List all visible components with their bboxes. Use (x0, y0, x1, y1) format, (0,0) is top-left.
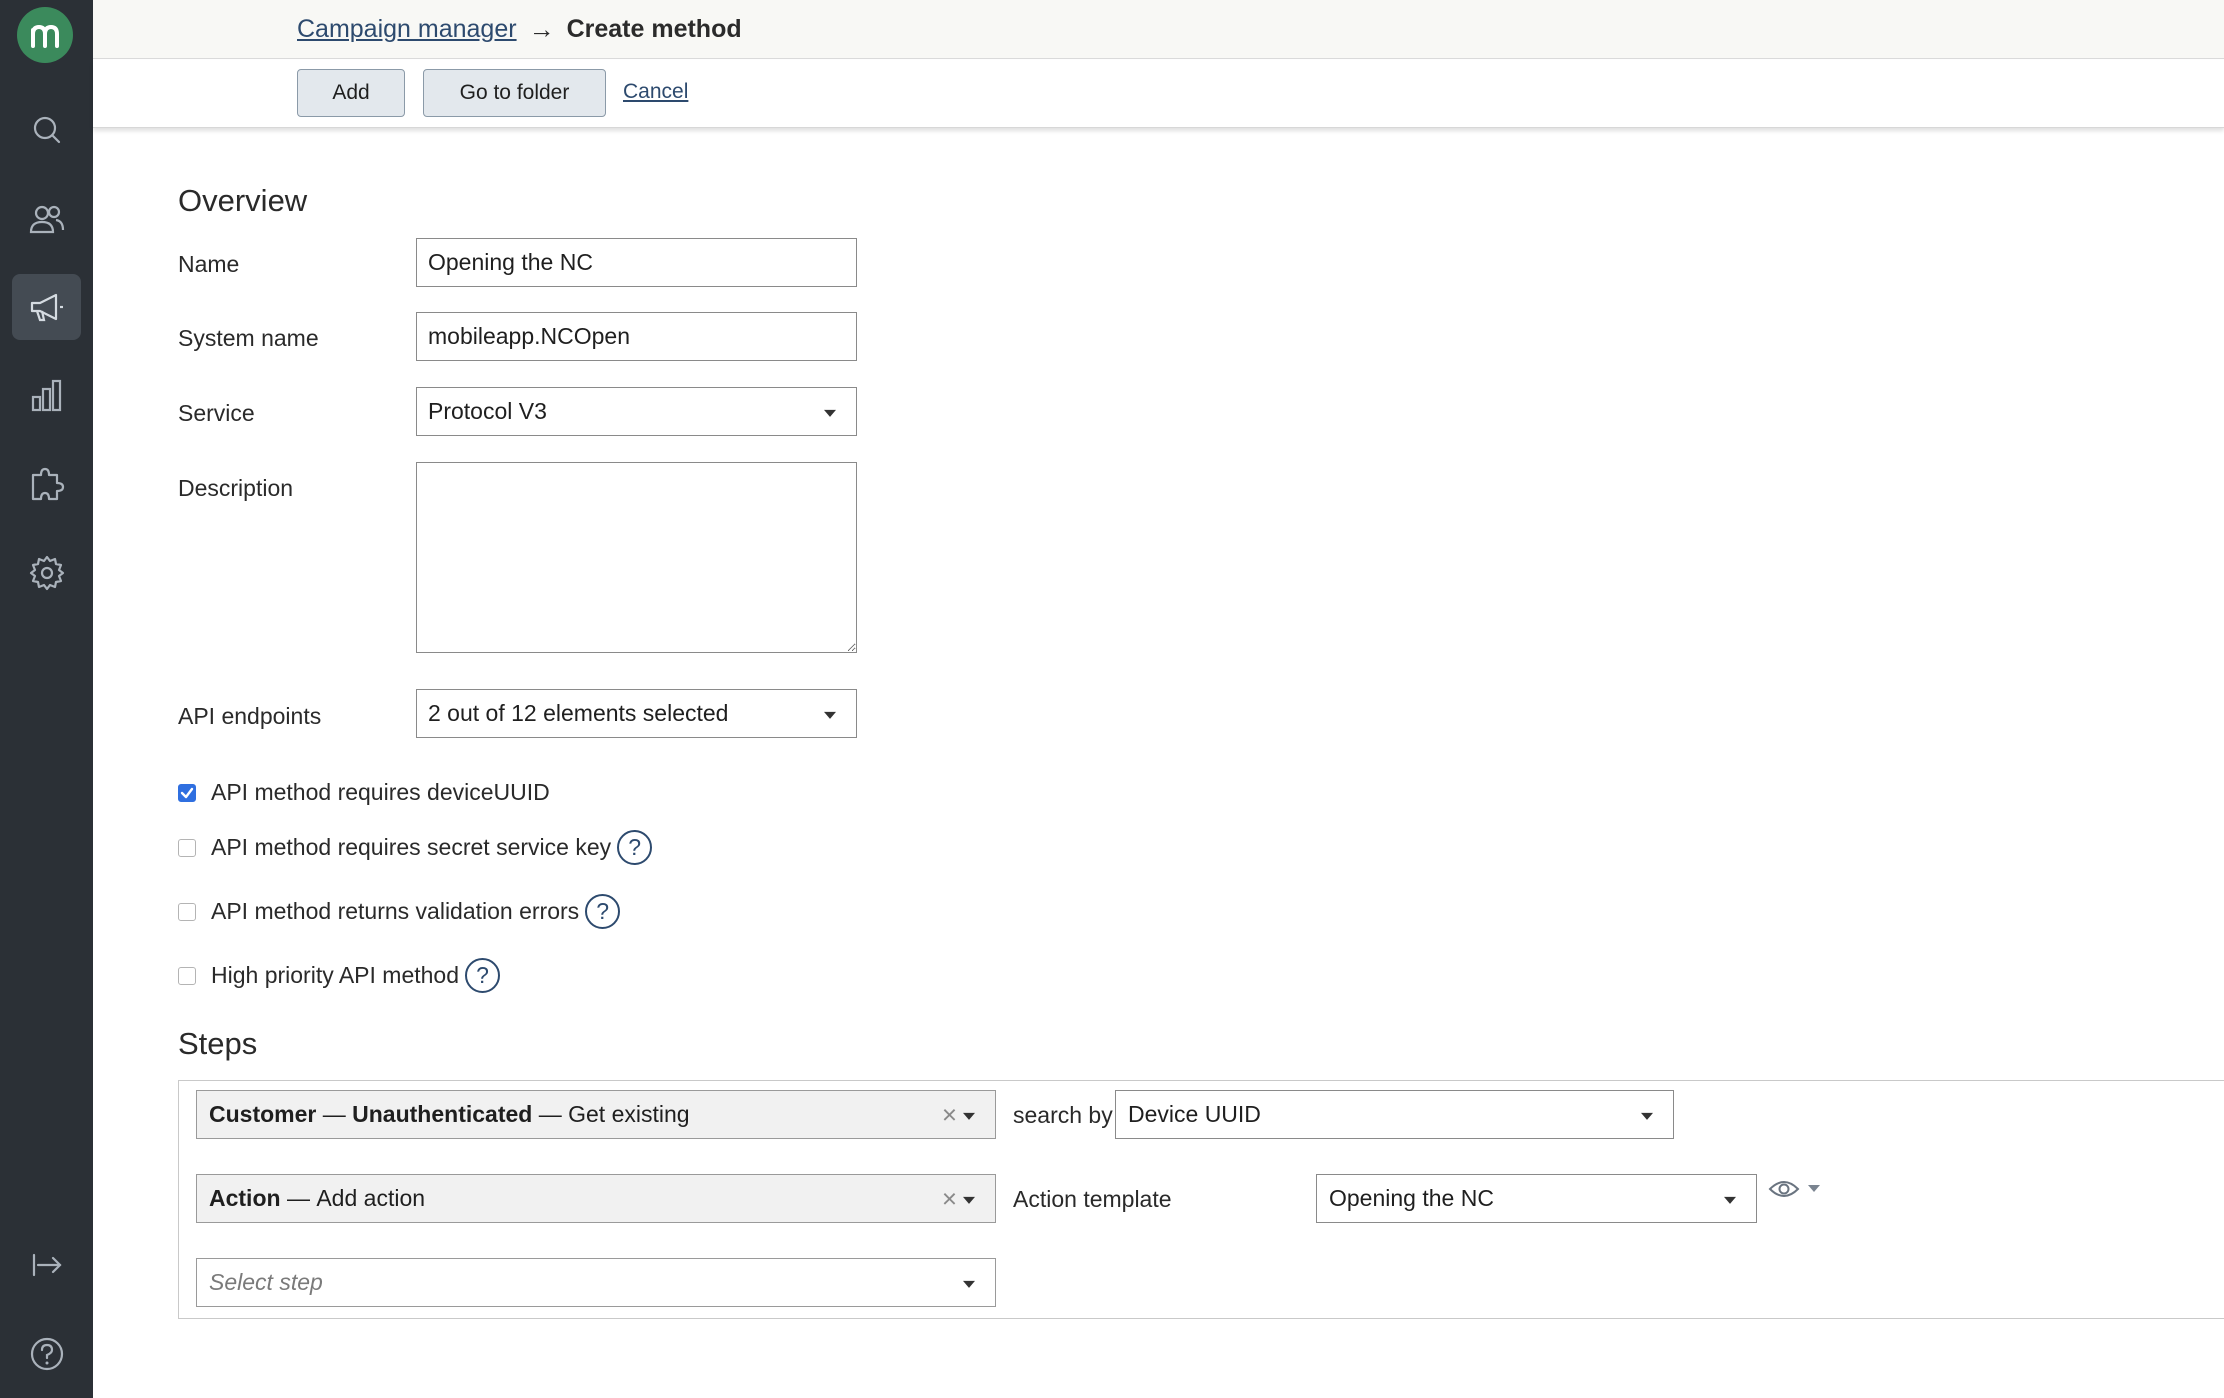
checkbox-high-priority[interactable] (178, 966, 196, 985)
chevron-down-icon (1641, 1112, 1653, 1120)
logout-icon (32, 1253, 62, 1277)
sidebar-item-search[interactable] (12, 97, 81, 163)
breadcrumb: Campaign manager → Create method (297, 12, 742, 46)
header: Campaign manager → Create method (93, 0, 2224, 59)
action-template-value: Opening the NC (1329, 1185, 1494, 1211)
step-select-customer[interactable]: Customer — Unauthenticated — Get existin… (196, 1090, 996, 1139)
chevron-down-icon (963, 1280, 975, 1288)
name-input[interactable]: Opening the NC (416, 238, 857, 287)
step-entity: Customer (209, 1101, 317, 1127)
megaphone-icon (30, 293, 63, 322)
description-label: Description (178, 475, 294, 501)
app-logo[interactable] (17, 7, 73, 63)
checkbox-requires-secret-key[interactable] (178, 838, 196, 857)
name-label: Name (178, 251, 240, 277)
preview-dropdown[interactable] (1768, 1178, 1820, 1200)
description-textarea[interactable] (416, 462, 857, 653)
overview-title: Overview (178, 183, 308, 218)
sidebar-item-analytics[interactable] (12, 363, 81, 429)
chevron-down-icon (824, 711, 836, 719)
option-label: API method requires deviceUUID (211, 779, 550, 805)
option-label: API method returns validation errors (211, 898, 580, 924)
search-by-select[interactable]: Device UUID (1115, 1090, 1674, 1139)
step-select-new[interactable]: Select step (196, 1258, 996, 1307)
checkmark-icon (180, 787, 194, 798)
step-separator: — (532, 1101, 569, 1127)
step-operation: Get existing (568, 1101, 690, 1127)
go-to-folder-button[interactable]: Go to folder (423, 69, 606, 117)
service-label: Service (178, 400, 255, 426)
search-by-value: Device UUID (1128, 1101, 1261, 1127)
step-select-action[interactable]: Action — Add action × (196, 1174, 996, 1223)
bar-chart-icon (31, 379, 61, 412)
logo-m-icon (31, 24, 59, 48)
api-endpoints-select-value: 2 out of 12 elements selected (428, 700, 729, 726)
help-question-icon[interactable]: ? (465, 958, 501, 993)
toolbar: Add Go to folder Cancel (93, 60, 2224, 128)
checkbox-returns-validation-errors[interactable] (178, 902, 196, 921)
eye-icon (1768, 1181, 1800, 1197)
breadcrumb-arrow-icon: → (528, 14, 555, 44)
chevron-down-icon (963, 1196, 975, 1204)
sidebar-item-integrations[interactable] (12, 451, 81, 517)
option-requires-device-uuid[interactable]: API method requires deviceUUID (178, 779, 550, 806)
chevron-down-icon (1724, 1196, 1736, 1204)
users-icon (29, 205, 64, 234)
step-separator: — (280, 1185, 317, 1211)
search-icon (33, 116, 60, 144)
chevron-down-icon (1808, 1185, 1820, 1192)
action-template-select[interactable]: Opening the NC (1316, 1174, 1757, 1223)
sidebar-item-logout[interactable] (12, 1232, 81, 1298)
puzzle-icon (31, 467, 64, 501)
action-template-label: Action template (1013, 1186, 1172, 1212)
help-question-icon[interactable]: ? (617, 830, 653, 865)
sidebar-item-campaigns[interactable] (12, 274, 81, 340)
option-label: High priority API method (211, 962, 460, 988)
sidebar-item-help[interactable] (12, 1321, 81, 1387)
page-title: Create method (566, 15, 742, 43)
checkbox-requires-device-uuid[interactable] (178, 783, 196, 802)
service-select[interactable]: Protocol V3 (416, 387, 857, 436)
sidebar-item-customers[interactable] (12, 186, 81, 252)
breadcrumb-link-campaign-manager[interactable]: Campaign manager (297, 12, 517, 46)
api-endpoints-label: API endpoints (178, 703, 322, 729)
option-label: API method requires secret service key (211, 834, 612, 860)
step-subentity: Unauthenticated (352, 1101, 533, 1127)
service-select-value: Protocol V3 (428, 398, 547, 424)
help-question-icon[interactable]: ? (585, 894, 621, 929)
clear-icon[interactable]: × (942, 1099, 957, 1130)
steps-title: Steps (178, 1026, 258, 1061)
select-step-placeholder: Select step (209, 1269, 323, 1295)
step-operation: Add action (316, 1185, 426, 1211)
search-by-label: search by (1013, 1102, 1113, 1128)
system-name-input[interactable]: mobileapp.NCOpen (416, 312, 857, 361)
gear-icon (29, 555, 64, 591)
sidebar (0, 0, 93, 1398)
step-separator: — (316, 1101, 353, 1127)
system-name-label: System name (178, 325, 319, 351)
option-high-priority[interactable]: High priority API method ? (178, 958, 501, 993)
chevron-down-icon (963, 1112, 975, 1120)
step-entity: Action (209, 1185, 281, 1211)
add-button[interactable]: Add (297, 69, 405, 117)
help-circle-icon (30, 1337, 63, 1371)
api-endpoints-select[interactable]: 2 out of 12 elements selected (416, 689, 857, 738)
option-returns-validation-errors[interactable]: API method returns validation errors ? (178, 894, 621, 929)
chevron-down-icon (824, 409, 836, 417)
clear-icon[interactable]: × (942, 1183, 957, 1214)
option-requires-secret-key[interactable]: API method requires secret service key ? (178, 830, 653, 865)
sidebar-item-settings[interactable] (12, 540, 81, 606)
cancel-link[interactable]: Cancel (623, 80, 688, 104)
